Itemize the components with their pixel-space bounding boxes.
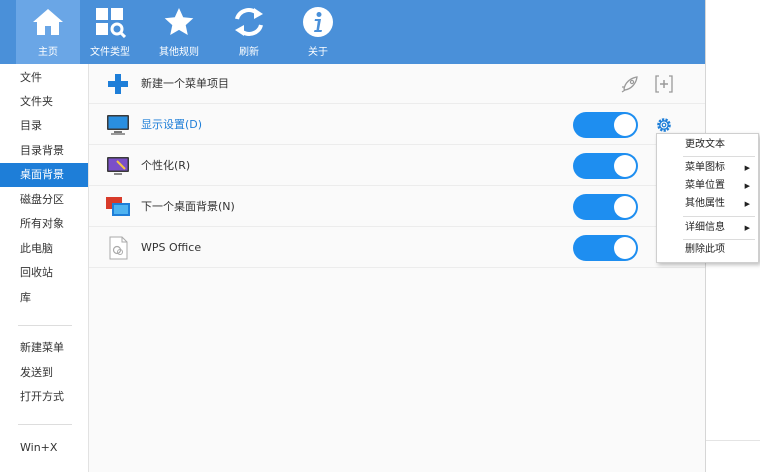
sidebar-item-library[interactable]: 库	[0, 286, 88, 310]
menu-item-toggle[interactable]	[573, 112, 638, 138]
rocket-icon[interactable]	[620, 74, 640, 94]
context-menu-label: 菜单位置	[685, 180, 725, 191]
context-menu-icon[interactable]: 菜单图标 ▶	[657, 159, 758, 177]
menu-item-toggle[interactable]	[573, 153, 638, 179]
gear-icon[interactable]	[654, 115, 674, 135]
menu-item-label: 个性化(R)	[141, 159, 191, 172]
toolbar-refresh-label: 刷新	[239, 47, 259, 58]
menu-item-toggle[interactable]	[573, 235, 638, 261]
toolbar-home-label: 主页	[38, 47, 58, 58]
context-menu-label: 删除此项	[685, 244, 725, 255]
context-menu-label: 更改文本	[685, 139, 725, 150]
toolbar-refresh-button[interactable]: 刷新	[217, 0, 281, 64]
new-menu-item-label: 新建一个菜单项目	[141, 77, 229, 90]
toolbar-file-types-button[interactable]: 文件类型	[78, 0, 142, 64]
sidebar-item-win-x[interactable]: Win+X	[0, 436, 88, 460]
file-types-icon	[93, 5, 127, 39]
toolbar-about-button[interactable]: 关于	[286, 0, 350, 64]
menu-item-row[interactable]: 下一个桌面背景(N)	[89, 187, 705, 227]
info-icon	[301, 5, 335, 39]
sidebar-item-folder[interactable]: 文件夹	[0, 90, 88, 114]
context-menu-position[interactable]: 菜单位置 ▶	[657, 177, 758, 195]
sidebar-item-directory-background[interactable]: 目录背景	[0, 139, 88, 163]
submenu-arrow-icon: ▶	[744, 182, 750, 190]
context-menu-details[interactable]: 详细信息 ▶	[657, 219, 758, 237]
desktop-divider	[706, 440, 760, 441]
wps-icon	[105, 235, 131, 261]
next-background-icon	[105, 194, 131, 220]
plus-icon	[105, 71, 131, 97]
context-menu: 更改文本 菜单图标 ▶ 菜单位置 ▶ 其他属性 ▶ 详细信息 ▶ 删除此项	[656, 133, 759, 263]
sidebar-item-open-with[interactable]: 打开方式	[0, 385, 88, 409]
context-menu-label: 其他属性	[685, 198, 725, 209]
toolbar: 主页 文件类型 其他规则 刷新 关于	[0, 0, 705, 64]
context-menu-other-properties[interactable]: 其他属性 ▶	[657, 195, 758, 213]
context-menu-divider	[683, 216, 755, 217]
new-menu-item-row[interactable]: 新建一个菜单项目	[89, 64, 705, 104]
sidebar-item-this-pc[interactable]: 此电脑	[0, 237, 88, 261]
context-menu-change-text[interactable]: 更改文本	[657, 136, 758, 154]
menu-item-row[interactable]: WPS Office	[89, 228, 705, 268]
sidebar-divider	[18, 424, 72, 425]
context-menu-delete[interactable]: 删除此项	[657, 241, 758, 259]
sidebar: 文件 文件夹 目录 目录背景 桌面背景 磁盘分区 所有对象 此电脑 回收站 库 …	[0, 64, 89, 472]
menu-item-toggle[interactable]	[573, 194, 638, 220]
context-menu-label: 详细信息	[685, 222, 725, 233]
menu-item-label: 下一个桌面背景(N)	[141, 200, 235, 213]
context-menu-divider	[683, 239, 755, 240]
sidebar-item-directory[interactable]: 目录	[0, 114, 88, 138]
toolbar-file-types-label: 文件类型	[90, 47, 130, 58]
sidebar-item-recycle-bin[interactable]: 回收站	[0, 261, 88, 285]
monitor-icon	[105, 112, 131, 138]
home-icon	[31, 5, 65, 39]
sidebar-divider	[18, 325, 72, 326]
sidebar-item-new-menu[interactable]: 新建菜单	[0, 336, 88, 360]
submenu-arrow-icon: ▶	[744, 224, 750, 232]
menu-item-label: 显示设置(D)	[141, 118, 203, 131]
sidebar-item-send-to[interactable]: 发送到	[0, 361, 88, 385]
menu-item-row[interactable]: 个性化(R)	[89, 146, 705, 186]
refresh-icon	[232, 5, 266, 39]
toolbar-about-label: 关于	[308, 47, 328, 58]
star-icon	[162, 5, 196, 39]
sidebar-item-all-objects[interactable]: 所有对象	[0, 212, 88, 236]
submenu-arrow-icon: ▶	[744, 164, 750, 172]
toolbar-home-button[interactable]: 主页	[16, 0, 80, 64]
menu-item-row[interactable]: 显示设置(D)	[89, 105, 705, 145]
sidebar-item-file[interactable]: 文件	[0, 66, 88, 90]
submenu-arrow-icon: ▶	[744, 200, 750, 208]
toolbar-other-rules-label: 其他规则	[159, 47, 199, 58]
content-area: 新建一个菜单项目 显示设置(D) 个性化(R) 下一个桌面背景(N) WPS O…	[89, 64, 705, 472]
toolbar-other-rules-button[interactable]: 其他规则	[147, 0, 211, 64]
add-item-icon[interactable]	[654, 74, 674, 94]
context-menu-label: 菜单图标	[685, 162, 725, 173]
sidebar-item-drive[interactable]: 磁盘分区	[0, 188, 88, 212]
personalize-icon	[105, 153, 131, 179]
main-window: 主页 文件类型 其他规则 刷新 关于 文件 文件夹 目录 目录背景 桌面背景 磁…	[0, 0, 706, 472]
menu-item-label: WPS Office	[141, 241, 202, 254]
sidebar-item-desktop-background[interactable]: 桌面背景	[0, 163, 88, 187]
context-menu-divider	[683, 156, 755, 157]
